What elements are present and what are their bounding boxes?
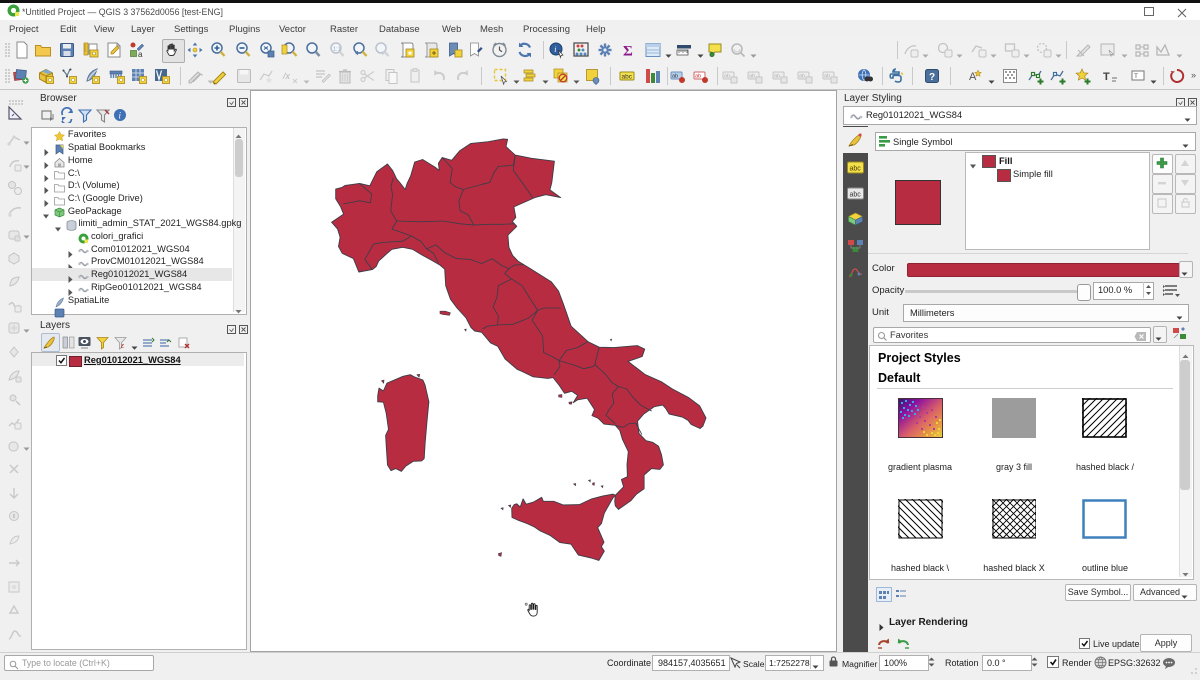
svg-text:ab: ab <box>672 74 678 80</box>
svg-text:ab: ab <box>749 74 755 80</box>
svg-text:1:1: 1:1 <box>333 47 341 53</box>
svg-text:ab: ab <box>695 74 701 80</box>
svg-text:ab: ab <box>824 74 830 80</box>
svg-text:i: i <box>554 45 556 54</box>
svg-text:ab: ab <box>724 74 730 80</box>
svg-text:T: T <box>1134 73 1138 80</box>
svg-text:abc: abc <box>622 74 633 81</box>
svg-text:abc: abc <box>849 191 861 198</box>
svg-text:?: ? <box>929 72 935 83</box>
svg-text:ab: ab <box>774 74 780 80</box>
svg-text:ε: ε <box>121 343 125 350</box>
svg-text:T: T <box>1103 71 1110 83</box>
svg-text:/x: /x <box>282 71 291 81</box>
svg-text:abc: abc <box>849 165 861 172</box>
svg-text:ab: ab <box>799 74 805 80</box>
svg-text:Σ: Σ <box>623 44 633 60</box>
svg-text:a: a <box>138 50 143 59</box>
